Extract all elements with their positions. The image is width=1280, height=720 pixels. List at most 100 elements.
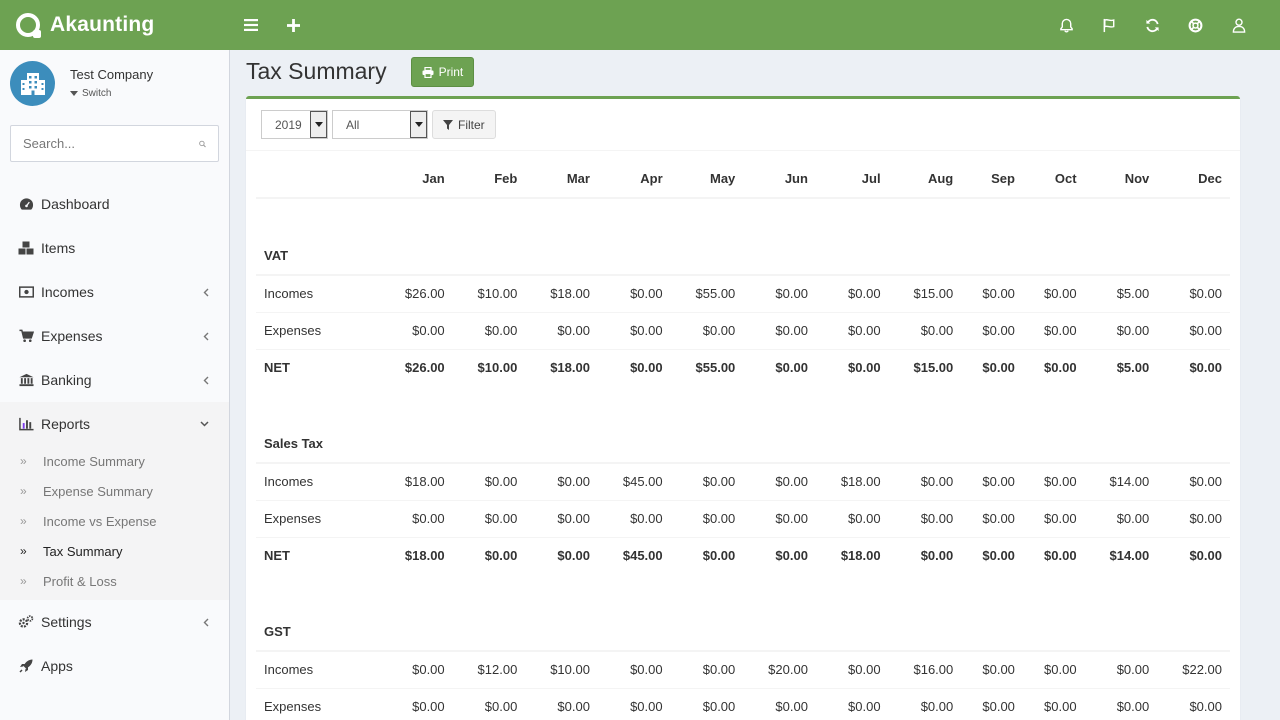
chevron-down-icon xyxy=(200,421,209,427)
table-row: NET $26.00 $10.00 $18.00 $0.00 $55.00 $0.00 $0.… xyxy=(256,348,1230,386)
chevron-left-icon xyxy=(203,288,209,296)
print-button-label: Print xyxy=(438,65,464,79)
table-spacer-row xyxy=(256,198,1230,236)
filter-bar: 2019 All Filter xyxy=(246,99,1240,151)
sidebar-item-tax-summary[interactable]: » Tax Summary xyxy=(0,536,229,566)
page-header: Tax Summary Print xyxy=(230,50,1280,96)
table-cell: $0.00 xyxy=(961,499,1023,537)
status-select[interactable]: All xyxy=(332,110,428,139)
table-cell: $16.00 xyxy=(888,650,962,688)
table-cell: $0.00 xyxy=(597,311,671,349)
sidebar-item-incomes[interactable]: Incomes xyxy=(0,270,229,314)
refresh-button[interactable] xyxy=(1131,0,1174,50)
table-cell: $0.00 xyxy=(1157,274,1230,312)
column-header-month: Aug xyxy=(888,151,962,199)
chevron-left-icon xyxy=(203,376,209,384)
search-input[interactable] xyxy=(23,136,199,151)
sidebar-item-items[interactable]: Items xyxy=(0,226,229,270)
filter-button[interactable]: Filter xyxy=(432,110,496,139)
tax-summary-table: Jan Feb Mar Apr May Jun Jul Aug Sep Oct … xyxy=(256,151,1230,720)
table-cell: $0.00 xyxy=(743,311,816,349)
sidebar-item-income-summary[interactable]: » Income Summary xyxy=(0,446,229,476)
double-angle-right-icon: » xyxy=(20,574,27,588)
sidebar-item-label: Items xyxy=(41,240,76,256)
sidebar-subitem-label: Tax Summary xyxy=(43,543,123,559)
table-cell: $5.00 xyxy=(1084,274,1158,312)
select-arrow-icon xyxy=(410,111,427,138)
dashboard-icon xyxy=(18,196,34,212)
table-cell: $0.00 xyxy=(888,311,962,349)
table-cell: $0.00 xyxy=(452,687,526,720)
bell-icon xyxy=(1060,18,1073,32)
column-header-label xyxy=(256,151,380,199)
sidebar-item-label: Apps xyxy=(41,658,73,674)
sidebar-item-profit-loss[interactable]: » Profit & Loss xyxy=(0,566,229,596)
sidebar-toggle-button[interactable] xyxy=(230,0,272,50)
row-label: Incomes xyxy=(256,650,380,688)
row-label: NET xyxy=(256,348,380,386)
main-content: Tax Summary Print 2019 All Filter Jan Fe… xyxy=(230,50,1280,720)
column-header-month: Nov xyxy=(1084,151,1158,199)
app-logo[interactable]: Akaunting xyxy=(0,0,230,50)
table-body: VAT Incomes $26.00 $10.00 $18.00 $0.00 $55.00 $… xyxy=(256,198,1230,720)
sidebar-item-reports[interactable]: Reports xyxy=(0,402,229,446)
table-cell: $0.00 xyxy=(380,687,453,720)
flag-icon xyxy=(1103,18,1115,32)
sidebar-item-apps[interactable]: Apps xyxy=(0,644,229,688)
column-header-month: Jun xyxy=(743,151,816,199)
notifications-button[interactable] xyxy=(1045,0,1088,50)
user-menu-button[interactable] xyxy=(1217,0,1260,50)
sidebar-item-banking[interactable]: Banking xyxy=(0,358,229,402)
sidebar-subitem-label: Expense Summary xyxy=(43,483,153,499)
table-cell: $0.00 xyxy=(597,650,671,688)
sidebar-item-income-vs-expense[interactable]: » Income vs Expense xyxy=(0,506,229,536)
table-row: Expenses $0.00 $0.00 $0.00 $0.00 $0.00 $0.00 $0… xyxy=(256,499,1230,537)
table-cell: $0.00 xyxy=(1157,499,1230,537)
company-panel: Test Company Switch xyxy=(0,50,229,116)
table-cell: $10.00 xyxy=(452,274,526,312)
table-cell: $0.00 xyxy=(380,499,453,537)
tax-section-row: Sales Tax xyxy=(256,424,1230,463)
table-cell: $0.00 xyxy=(670,687,744,720)
table-cell: $0.00 xyxy=(1022,536,1085,574)
table-cell: $10.00 xyxy=(452,348,526,386)
year-select[interactable]: 2019 xyxy=(261,110,328,139)
add-new-button[interactable] xyxy=(272,0,314,50)
table-cell: $0.00 xyxy=(1157,311,1230,349)
search-icon[interactable] xyxy=(199,137,206,151)
sidebar-item-expenses[interactable]: Expenses xyxy=(0,314,229,358)
tax-section-row: VAT xyxy=(256,236,1230,275)
help-button[interactable] xyxy=(1174,0,1217,50)
table-cell: $0.00 xyxy=(743,499,816,537)
table-cell: $14.00 xyxy=(1084,462,1158,500)
table-cell: $0.00 xyxy=(1022,274,1085,312)
table-spacer-row xyxy=(256,574,1230,612)
column-header-month: Oct xyxy=(1022,151,1085,199)
table-cell: $0.00 xyxy=(743,274,816,312)
chevron-left-icon xyxy=(203,332,209,340)
sidebar-item-settings[interactable]: Settings xyxy=(0,600,229,644)
table-cell: $0.00 xyxy=(597,499,671,537)
sidebar-item-dashboard[interactable]: Dashboard xyxy=(0,182,229,226)
print-button[interactable]: Print xyxy=(410,57,475,87)
table-cell: $0.00 xyxy=(380,311,453,349)
table-cell: $0.00 xyxy=(815,650,889,688)
company-switch-link[interactable]: Switch xyxy=(70,88,153,99)
table-cell: $0.00 xyxy=(961,311,1023,349)
column-header-month: Dec xyxy=(1157,151,1230,199)
select-arrow-icon xyxy=(310,111,327,138)
table-cell: $0.00 xyxy=(1084,311,1158,349)
table-row: Expenses $0.00 $0.00 $0.00 $0.00 $0.00 $0.00 $0… xyxy=(256,687,1230,720)
chevron-left-icon xyxy=(203,618,209,626)
column-header-month: Sep xyxy=(961,151,1023,199)
table-cell: $0.00 xyxy=(961,536,1023,574)
reports-submenu: » Income Summary » Expense Summary » Inc… xyxy=(0,446,229,600)
table-cell: $0.00 xyxy=(1022,348,1085,386)
spacer-cell xyxy=(256,386,1230,424)
table-row: Incomes $26.00 $10.00 $18.00 $0.00 $55.00 $0.0… xyxy=(256,274,1230,312)
sidebar-item-label: Dashboard xyxy=(41,196,110,212)
updates-button[interactable] xyxy=(1088,0,1131,50)
sidebar-search xyxy=(10,125,219,162)
table-cell: $0.00 xyxy=(1157,536,1230,574)
sidebar-item-expense-summary[interactable]: » Expense Summary xyxy=(0,476,229,506)
